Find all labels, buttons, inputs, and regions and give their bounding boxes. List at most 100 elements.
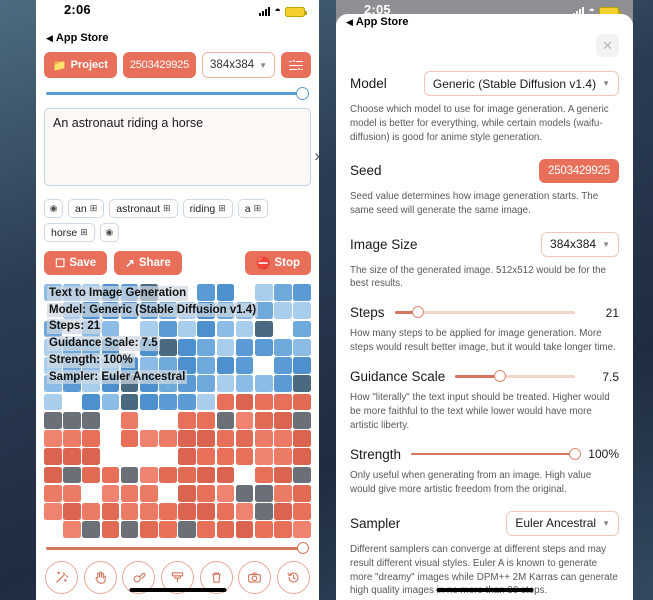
project-label: Project <box>70 59 108 71</box>
grid-cell <box>120 430 139 447</box>
grid-cell <box>254 484 273 502</box>
grid-cell <box>178 503 196 520</box>
stop-label: Stop <box>274 257 300 269</box>
seed-button[interactable]: 2503429925 <box>122 52 197 78</box>
grid-cell <box>120 448 139 465</box>
token-icon: ⊞ <box>89 203 98 213</box>
camera-icon[interactable] <box>238 561 272 594</box>
grid-cell <box>197 448 216 465</box>
back-to-app-store[interactable]: ◀ App Store <box>336 14 633 30</box>
grid-cell <box>44 411 62 429</box>
seed-label: Seed <box>350 163 382 179</box>
grid-cell <box>235 393 254 411</box>
list-item[interactable]: horse ⊞ <box>44 223 95 242</box>
back-to-app-store[interactable]: ◀ App Store <box>36 30 319 46</box>
grid-cell <box>159 393 177 411</box>
grid-cell <box>178 393 196 411</box>
grid-cell <box>216 503 235 520</box>
grid-cell <box>101 484 120 502</box>
setting-guidance-scale: Guidance Scale 7.5 <box>350 369 619 384</box>
grid-cell <box>139 484 158 502</box>
grid-cell <box>254 393 273 411</box>
grid-cell <box>293 466 311 484</box>
list-item[interactable]: a ⊞ <box>237 199 269 218</box>
grid-cell <box>254 466 273 484</box>
grid-cell <box>293 430 311 447</box>
image-size-select[interactable]: 384x384 ▼ <box>541 231 619 257</box>
close-icon[interactable]: ✕ <box>596 34 619 57</box>
grid-cell <box>274 466 292 484</box>
grid-cell <box>82 393 101 411</box>
token-label: a <box>244 202 251 215</box>
grid-cell <box>159 430 177 447</box>
grid-cell <box>197 411 216 429</box>
grid-cell <box>216 521 235 538</box>
model-description: Choose which model to use for image gene… <box>350 104 609 143</box>
grid-cell <box>274 521 292 538</box>
grid-cell <box>178 448 196 465</box>
magic-wand-icon[interactable] <box>45 561 78 594</box>
setting-strength: Strength 100% <box>350 447 619 462</box>
slider-knob[interactable] <box>411 306 424 319</box>
slider-fill <box>411 452 575 456</box>
chevron-right-icon[interactable]: › <box>314 146 319 166</box>
grid-cell <box>82 411 101 429</box>
sampler-select[interactable]: Euler Ancestral ▼ <box>506 510 619 536</box>
image-size-select[interactable]: 384x384 ▼ <box>202 52 276 78</box>
prompt-input[interactable] <box>44 108 311 186</box>
list-item[interactable]: astronaut ⊞ <box>109 199 178 218</box>
slider-knob[interactable] <box>569 447 581 460</box>
list-item[interactable]: ◉ <box>99 223 119 242</box>
save-button[interactable]: ☐ Save <box>44 251 108 275</box>
top-blue-slider[interactable] <box>46 87 309 101</box>
grid-cell <box>274 375 292 392</box>
grid-cell <box>235 448 254 465</box>
stop-circle-icon: ⛔ <box>256 258 271 270</box>
settings-sheet: ◀ App Store ✕ Model Generic (Stable Diff… <box>336 14 633 600</box>
list-item[interactable]: an ⊞ <box>68 199 105 218</box>
token-icon: ⊞ <box>80 227 88 237</box>
grid-cell <box>82 503 101 520</box>
strength-slider[interactable] <box>411 447 581 461</box>
grid-cell <box>101 503 120 520</box>
grid-cell <box>139 503 158 520</box>
generated-image[interactable]: Text to Image Generation Model: Generic … <box>44 284 311 538</box>
settings-button[interactable] <box>281 52 311 78</box>
grid-cell <box>197 503 216 520</box>
image-save-icon: ☐ <box>55 258 66 270</box>
model-label: Model <box>350 76 387 91</box>
hand-icon[interactable] <box>83 561 117 594</box>
grid-cell <box>139 411 158 429</box>
slider-knob[interactable] <box>296 87 309 100</box>
grid-cell <box>254 503 273 520</box>
bottom-orange-slider[interactable] <box>46 542 309 555</box>
grid-cell <box>63 521 81 538</box>
slider-knob[interactable] <box>493 370 506 383</box>
chevron-down-icon: ▼ <box>602 518 610 528</box>
slider-track <box>46 92 309 95</box>
steps-description: How many steps to be applied for image g… <box>350 328 616 354</box>
share-button[interactable]: ↗ Share <box>114 251 182 275</box>
folder-icon: 📁 <box>52 59 67 72</box>
steps-slider[interactable] <box>394 306 575 319</box>
guidance-value: 7.5 <box>602 369 619 384</box>
grid-cell <box>293 503 311 520</box>
steps-value: 21 <box>605 305 619 320</box>
seed-value-button[interactable]: 2503429925 <box>539 158 619 183</box>
grid-cell <box>254 448 273 465</box>
history-icon[interactable] <box>276 561 310 594</box>
list-item[interactable]: ◉ <box>44 199 63 218</box>
overlay-line: Model: Generic (Stable Diffusion v1.4) <box>47 302 259 318</box>
slider-knob[interactable] <box>297 542 309 554</box>
list-item[interactable]: riding ⊞ <box>182 199 233 218</box>
guidance-slider[interactable] <box>455 370 575 383</box>
model-select[interactable]: Generic (Stable Diffusion v1.4) ▼ <box>423 71 619 96</box>
grid-cell <box>254 430 273 447</box>
project-button[interactable]: 📁 Project <box>44 52 117 78</box>
chevron-down-icon: ▼ <box>602 239 610 249</box>
stop-button[interactable]: ⛔ Stop <box>245 251 311 275</box>
grid-cell <box>44 503 62 520</box>
grid-cell <box>101 466 120 484</box>
image-size-value: 384x384 <box>550 237 597 252</box>
grid-cell <box>101 448 120 465</box>
